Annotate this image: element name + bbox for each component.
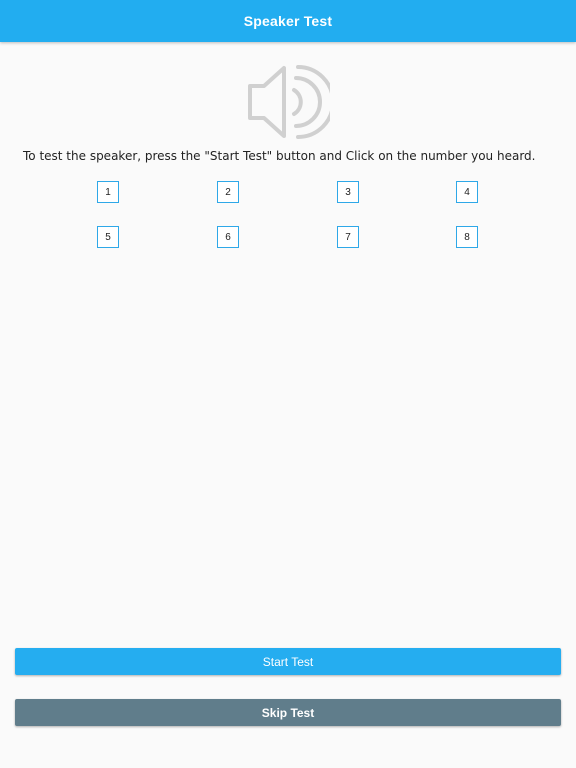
number-button-6[interactable]: 6 — [217, 226, 239, 248]
number-button-8[interactable]: 8 — [456, 226, 478, 248]
number-button-7[interactable]: 7 — [337, 226, 359, 248]
app-bar: Speaker Test — [0, 0, 576, 42]
start-test-button[interactable]: Start Test — [15, 648, 561, 675]
page-title: Speaker Test — [243, 13, 333, 29]
number-button-2[interactable]: 2 — [217, 181, 239, 203]
number-button-1[interactable]: 1 — [97, 181, 119, 203]
speaker-icon — [248, 65, 330, 139]
instruction-text: To test the speaker, press the "Start Te… — [23, 149, 536, 163]
skip-test-button[interactable]: Skip Test — [15, 699, 561, 726]
number-button-5[interactable]: 5 — [97, 226, 119, 248]
number-button-3[interactable]: 3 — [337, 181, 359, 203]
number-button-4[interactable]: 4 — [456, 181, 478, 203]
